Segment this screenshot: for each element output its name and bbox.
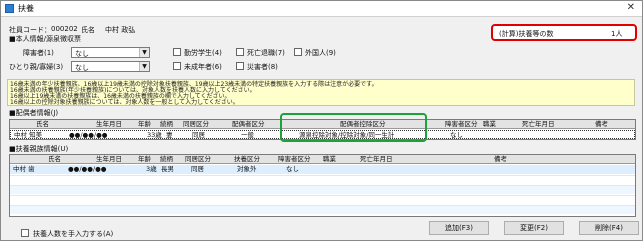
table-row[interactable] — [10, 205, 635, 214]
disability-label: 障害者(1) — [23, 49, 54, 57]
column-header: 続柄 — [160, 155, 173, 163]
column-header: 職業 — [323, 155, 336, 163]
delete-button[interactable]: 削除(F4) — [579, 221, 639, 235]
personal-section-title: ■本人情報/源泉徴収票 — [9, 35, 81, 43]
dependent-birthdate: ●●/●●/●● — [68, 165, 107, 173]
employee-name-label: 氏名 — [81, 26, 95, 34]
spouse-relation: 妻 — [166, 131, 173, 139]
column-header: 死亡年月日 — [522, 120, 555, 128]
death-retirement-label: 死亡退職(7) — [247, 49, 285, 57]
spouse-disability: なし — [450, 131, 463, 139]
single-parent-select[interactable]: なし ▼ — [71, 61, 150, 72]
column-header: 備考 — [595, 120, 608, 128]
manual-count-label: 扶養人数を手入力する(A) — [33, 230, 114, 238]
chevron-down-icon: ▼ — [139, 48, 149, 57]
dependent-disability: なし — [286, 165, 299, 173]
column-header: 年齢 — [138, 120, 151, 128]
disaster-victim-label: 災害者(8) — [247, 63, 278, 71]
working-student-label: 勤労学生(4) — [184, 49, 222, 57]
death-retirement-checkbox[interactable] — [236, 48, 244, 56]
minor-label: 未成年者(6) — [184, 63, 222, 71]
table-row[interactable] — [10, 185, 635, 194]
dependent-relation: 長男 — [161, 165, 174, 173]
dependents-window: 扶養 ✕ 社員コード： 000202 氏名 中村 政弘 (計算)扶養等の数 1人… — [0, 0, 643, 241]
spouse-deduction-highlight — [280, 113, 427, 142]
disaster-victim-checkbox[interactable] — [236, 62, 244, 70]
column-header: 氏名 — [48, 155, 61, 163]
notice-panel: 16歳未満の年少扶養親族、16歳以上19歳未満の控除対象扶養親族、19歳以上23… — [7, 79, 635, 106]
employee-code: 000202 — [51, 25, 78, 33]
table-row[interactable] — [10, 195, 635, 204]
notice-line: 16歳以上の控除対象扶養親族については、対象人数を一般として入力してください。 — [10, 99, 239, 106]
dependents-section-title: ■扶養親族情報(U) — [9, 145, 69, 153]
spouse-age: 33歳 — [147, 131, 162, 139]
dependent-count-box: (計算)扶養等の数 1人 — [491, 24, 637, 41]
spouse-birthdate: ●●/●●/●● — [69, 131, 108, 139]
column-header: 職業 — [483, 120, 496, 128]
column-header: 配偶者区分 — [232, 120, 265, 128]
column-header: 同居区分 — [183, 120, 209, 128]
column-header: 扶養区分 — [234, 155, 260, 163]
column-header: 生年月日 — [96, 155, 122, 163]
app-icon — [5, 4, 14, 13]
table-row[interactable]: 中村 歯 ●●/●●/●● 3歳 長男 同居 対象外 なし — [10, 165, 635, 174]
add-button[interactable]: 追加(F3) — [429, 221, 489, 235]
dependent-name: 中村 歯 — [13, 165, 35, 173]
chevron-down-icon: ▼ — [139, 62, 149, 71]
spouse-section-title: ■配偶者情報(J) — [9, 109, 59, 117]
column-header: 備考 — [494, 155, 507, 163]
column-header: 同居区分 — [185, 155, 211, 163]
disability-value: なし — [75, 50, 89, 58]
working-student-checkbox[interactable] — [173, 48, 181, 56]
table-row[interactable] — [10, 175, 635, 184]
column-header: 死亡年月日 — [360, 155, 393, 163]
column-header: 氏名 — [36, 120, 49, 128]
spouse-cohabitation: 同居 — [192, 131, 205, 139]
single-parent-value: なし — [75, 64, 89, 72]
minor-checkbox[interactable] — [173, 62, 181, 70]
column-header: 続柄 — [160, 120, 173, 128]
window-title: 扶養 — [18, 4, 34, 13]
spouse-name: 中村 知美 — [14, 131, 43, 139]
column-header: 年齢 — [138, 155, 151, 163]
spouse-category: 一般 — [241, 131, 254, 139]
foreigner-checkbox[interactable] — [294, 48, 302, 56]
dependent-cohabitation: 同居 — [191, 165, 204, 173]
column-header: 障害者区分 — [445, 120, 478, 128]
dependent-age: 3歳 — [146, 165, 157, 173]
close-icon[interactable]: ✕ — [627, 2, 635, 13]
dependent-category: 対象外 — [237, 165, 257, 173]
edit-button[interactable]: 変更(F2) — [504, 221, 564, 235]
dependents-grid-header: 氏名 生年月日 年齢 続柄 同居区分 扶養区分 障害者区分 職業 死亡年月日 備… — [10, 155, 635, 164]
dependent-count-label: (計算)扶養等の数 — [499, 30, 554, 38]
manual-count-checkbox[interactable] — [21, 229, 29, 237]
disability-select[interactable]: なし ▼ — [71, 47, 150, 58]
dependents-grid[interactable]: 氏名 生年月日 年齢 続柄 同居区分 扶養区分 障害者区分 職業 死亡年月日 備… — [9, 154, 636, 217]
dependent-count-value: 1人 — [611, 30, 623, 38]
employee-name: 中村 政弘 — [105, 26, 136, 34]
foreigner-label: 外国人(9) — [305, 49, 336, 57]
single-parent-label: ひとり親/寡婦(3) — [9, 63, 64, 71]
title-bar: 扶養 ✕ — [1, 1, 642, 17]
column-header: 生年月日 — [96, 120, 122, 128]
column-header: 障害者区分 — [278, 155, 311, 163]
